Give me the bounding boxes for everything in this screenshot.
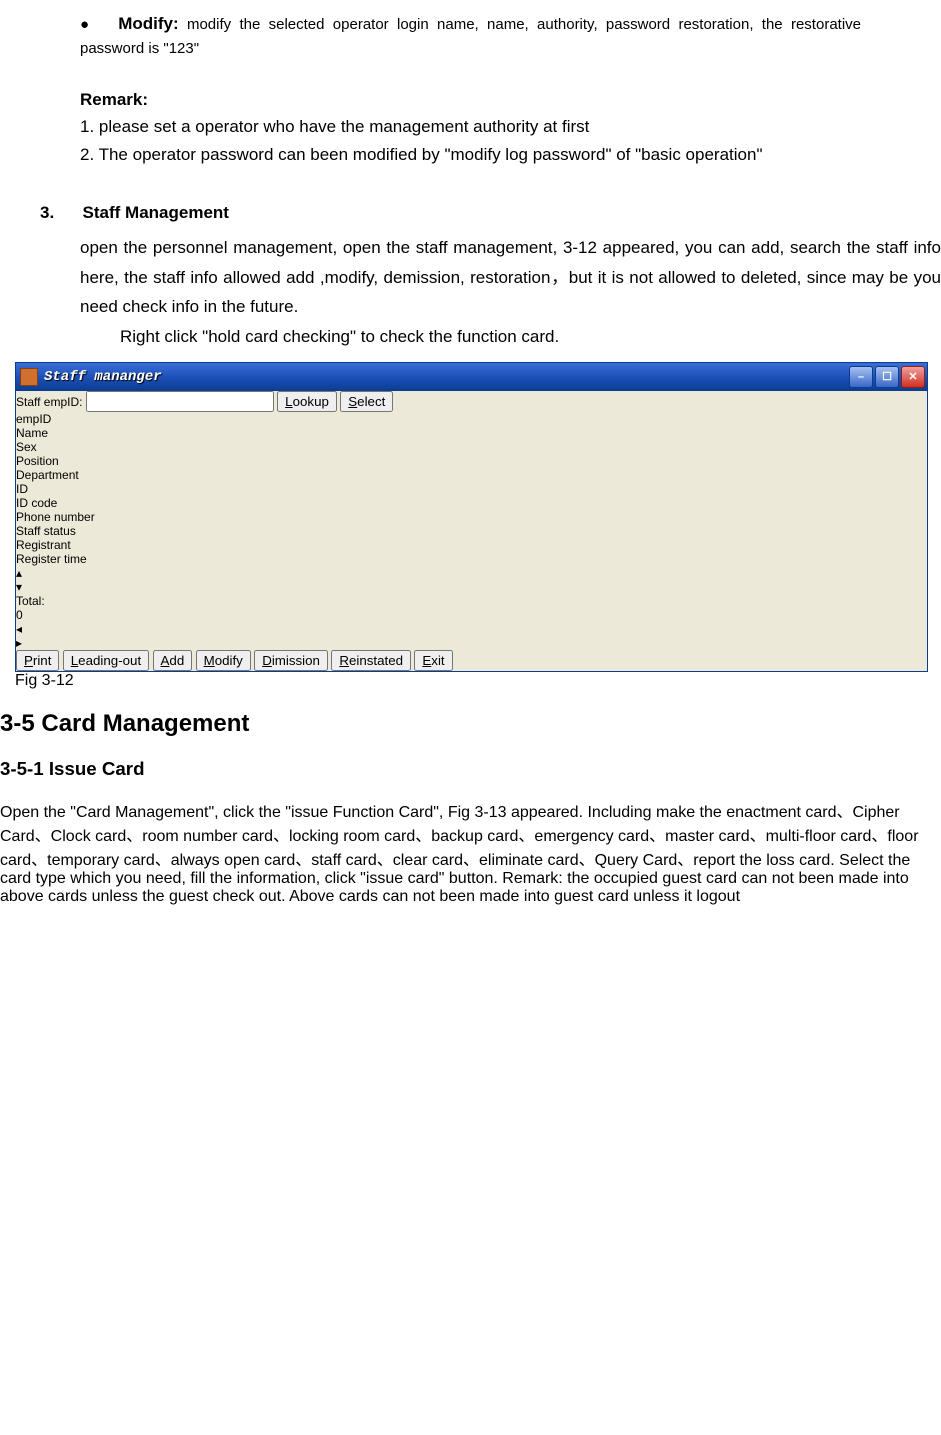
modify-text: modify the selected operator login name,… bbox=[80, 16, 861, 57]
modify-label: Modify: bbox=[118, 14, 178, 33]
col-id[interactable]: ID bbox=[16, 482, 76, 496]
scroll-right-icon[interactable]: ▸ bbox=[16, 636, 927, 650]
window-title: Staff mananger bbox=[44, 369, 849, 385]
app-icon bbox=[20, 368, 38, 386]
scroll-down-icon[interactable]: ▾ bbox=[16, 580, 927, 594]
close-button[interactable]: ✕ bbox=[901, 366, 925, 388]
maximize-button[interactable]: ☐ bbox=[875, 366, 899, 388]
figure-caption: Fig 3-12 bbox=[15, 672, 926, 690]
vertical-scrollbar[interactable]: ▴ ▾ bbox=[16, 566, 927, 594]
section-3-para-1: open the personnel management, open the … bbox=[80, 233, 941, 322]
bottom-button-bar: Print Leading-out Add Modify Dimission R… bbox=[16, 650, 927, 671]
horizontal-scrollbar[interactable]: ◂ ▸ bbox=[16, 622, 927, 650]
issue-card-para: Open the "Card Management", click the "i… bbox=[0, 798, 941, 906]
col-status[interactable]: Staff status bbox=[16, 524, 91, 538]
dimission-button[interactable]: Dimission bbox=[254, 650, 328, 671]
heading-3-5: 3-5 Card Management bbox=[0, 710, 941, 738]
scroll-left-icon[interactable]: ◂ bbox=[16, 622, 927, 636]
table-body[interactable]: ▴ ▾ bbox=[16, 566, 927, 594]
status-total-label: Total: bbox=[16, 594, 86, 608]
col-registrant[interactable]: Registrant bbox=[16, 538, 91, 552]
search-toolbar: Staff empID: Lookup Select bbox=[16, 391, 927, 412]
minimize-button[interactable]: – bbox=[849, 366, 873, 388]
col-empid[interactable]: empID bbox=[16, 412, 86, 426]
bullet-icon: ● bbox=[80, 16, 93, 33]
print-button[interactable]: Print bbox=[16, 650, 59, 671]
status-total-value: 0 bbox=[16, 608, 86, 622]
remark-heading: Remark: bbox=[80, 86, 861, 113]
modify-button[interactable]: Modify bbox=[196, 650, 251, 671]
col-phone[interactable]: Phone number bbox=[16, 510, 106, 524]
search-input[interactable] bbox=[86, 391, 274, 412]
col-name[interactable]: Name bbox=[16, 426, 86, 440]
modify-bullet: ● Modify: modify the selected operator l… bbox=[80, 10, 861, 61]
status-row: Total: 0 bbox=[16, 594, 927, 622]
col-department[interactable]: Department bbox=[16, 468, 101, 482]
window-titlebar[interactable]: Staff mananger – ☐ ✕ bbox=[16, 363, 927, 391]
exit-button[interactable]: Exit bbox=[414, 650, 452, 671]
scroll-up-icon[interactable]: ▴ bbox=[16, 566, 927, 580]
col-regtime[interactable]: Register time bbox=[16, 552, 116, 566]
lookup-button[interactable]: Lookup bbox=[277, 391, 337, 412]
section-3-para-2: Right click "hold card checking" to chec… bbox=[120, 322, 861, 352]
remark-line-1: 1. please set a operator who have the ma… bbox=[80, 113, 861, 140]
search-label: Staff empID: bbox=[16, 395, 82, 409]
add-button[interactable]: Add bbox=[153, 650, 193, 671]
section-3-heading: 3. Staff Management bbox=[40, 203, 861, 223]
remark-line-2: 2. The operator password can been modifi… bbox=[80, 141, 861, 168]
leading-out-button[interactable]: Leading-out bbox=[63, 650, 149, 671]
table-header-row: empID Name Sex Position Department ID ID… bbox=[16, 412, 927, 566]
staff-manager-window: Staff mananger – ☐ ✕ Staff empID: Lookup… bbox=[15, 362, 928, 672]
col-position[interactable]: Position bbox=[16, 454, 86, 468]
select-button[interactable]: Select bbox=[340, 391, 393, 412]
col-sex[interactable]: Sex bbox=[16, 440, 66, 454]
col-idcode[interactable]: ID code bbox=[16, 496, 86, 510]
heading-3-5-1: 3-5-1 Issue Card bbox=[0, 758, 941, 780]
reinstated-button[interactable]: Reinstated bbox=[331, 650, 411, 671]
